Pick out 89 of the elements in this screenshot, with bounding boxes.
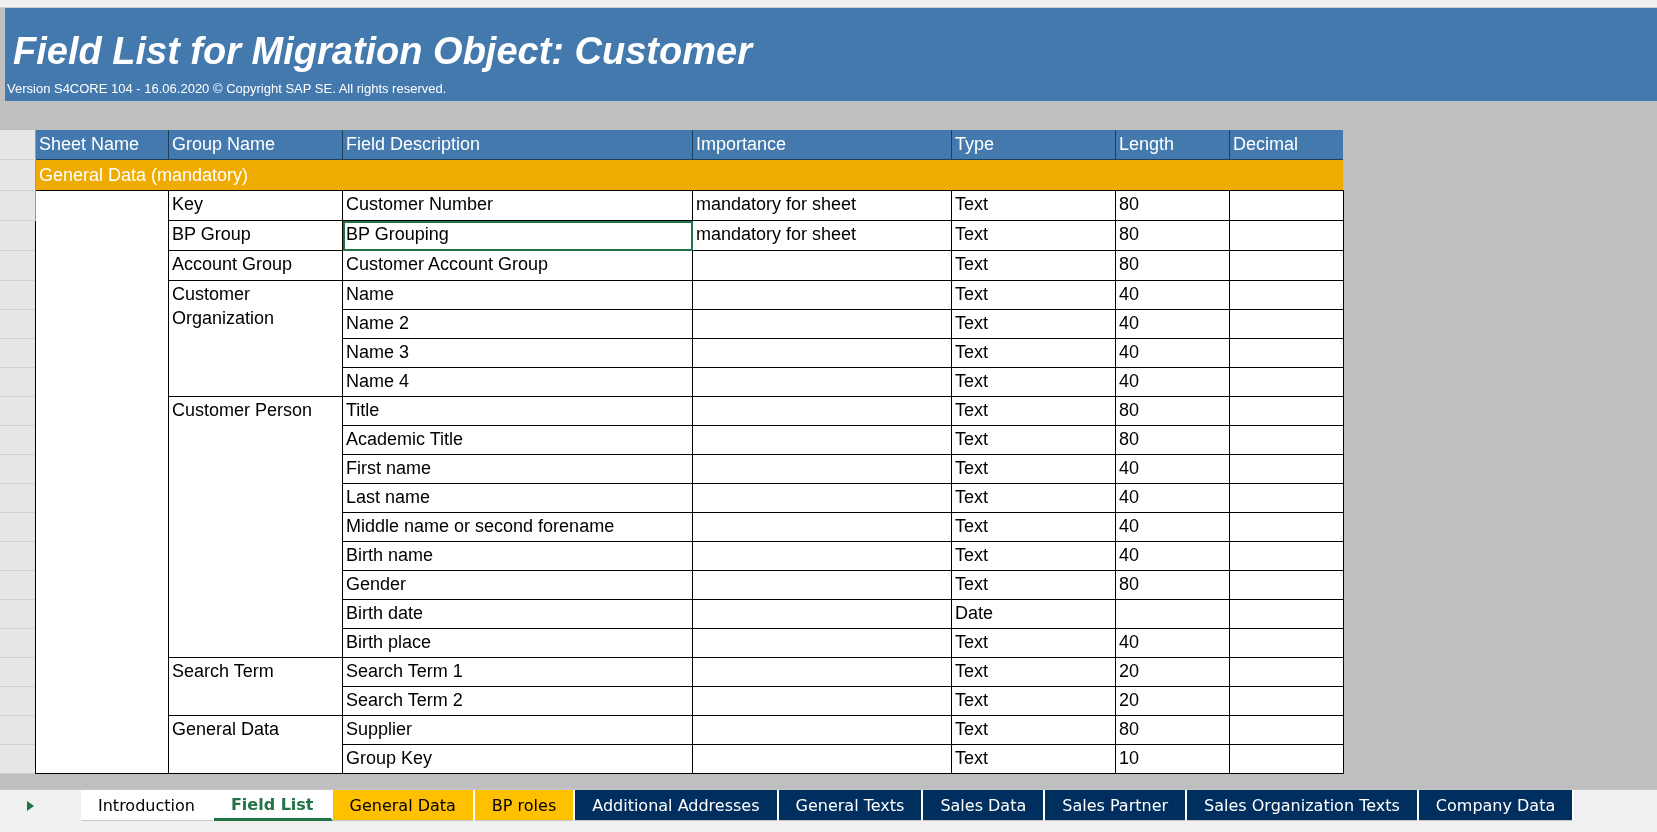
table-cell: Text xyxy=(951,686,1116,716)
table-cell: Name xyxy=(342,280,693,310)
table-cell: 80 xyxy=(1115,190,1230,221)
sheet-tab[interactable]: General Texts xyxy=(778,790,924,821)
sheet-tab[interactable]: Additional Addresses xyxy=(575,790,779,821)
table-cell: Text xyxy=(951,512,1116,542)
table-cell: 80 xyxy=(1115,425,1230,455)
page-title: Field List for Migration Object: Customer xyxy=(13,29,755,73)
table-cell: 20 xyxy=(1115,657,1230,687)
table-cell: General Data xyxy=(168,715,343,774)
table-cell: 80 xyxy=(1115,250,1230,281)
table-cell: 40 xyxy=(1115,454,1230,484)
table-cell: Customer Number xyxy=(342,190,693,221)
table-cell: Text xyxy=(951,425,1116,455)
table-cell: Text xyxy=(951,657,1116,687)
table-cell: Title xyxy=(342,396,693,426)
table-cell: Text xyxy=(951,367,1116,397)
table-cell: Text xyxy=(951,715,1116,745)
table-cell: 40 xyxy=(1115,512,1230,542)
column-header: Field Description xyxy=(342,130,693,160)
table-cell: BP Group xyxy=(168,220,343,251)
table-cell: mandatory for sheet xyxy=(692,190,952,221)
column-header: Sheet Name xyxy=(35,130,169,160)
table-cell: 40 xyxy=(1115,309,1230,339)
table-cell: Birth date xyxy=(342,599,693,629)
table-cell: Name 4 xyxy=(342,367,693,397)
table-cell: 40 xyxy=(1115,628,1230,658)
table-cell: Account Group xyxy=(168,250,343,281)
table-cell: Text xyxy=(951,744,1116,774)
table-cell: 40 xyxy=(1115,367,1230,397)
table-cell: Customer Organization xyxy=(168,280,343,397)
table-cell: Search Term xyxy=(168,657,343,716)
table-cell: 10 xyxy=(1115,744,1230,774)
table-cell: Customer Account Group xyxy=(342,250,693,281)
table-cell: Gender xyxy=(342,570,693,600)
table-cell: Academic Title xyxy=(342,425,693,455)
table-cell: Birth place xyxy=(342,628,693,658)
table-cell: Date xyxy=(951,599,1116,629)
table-cell: BP Grouping xyxy=(342,220,693,251)
column-header: Importance xyxy=(692,130,952,160)
sheet-tab[interactable]: Field List xyxy=(213,790,333,821)
table-cell: Name 2 xyxy=(342,309,693,339)
table-cell: Text xyxy=(951,454,1116,484)
sheet-tab[interactable]: Company Data xyxy=(1418,790,1575,821)
table-cell: 40 xyxy=(1115,541,1230,571)
table-cell: mandatory for sheet xyxy=(692,220,952,251)
table-cell: Search Term 2 xyxy=(342,686,693,716)
table-cell: Text xyxy=(951,541,1116,571)
table-cell: Text xyxy=(951,338,1116,368)
table-cell: Last name xyxy=(342,483,693,513)
table-cell: Middle name or second forename xyxy=(342,512,693,542)
table-cell: First name xyxy=(342,454,693,484)
table-cell: Text xyxy=(951,396,1116,426)
table-cell: Text xyxy=(951,570,1116,600)
table-cell: Text xyxy=(951,190,1116,221)
column-header: Length xyxy=(1115,130,1230,160)
table-cell: 40 xyxy=(1115,483,1230,513)
table-cell: 80 xyxy=(1115,220,1230,251)
column-header: Type xyxy=(951,130,1116,160)
table-cell: 80 xyxy=(1115,715,1230,745)
sheet-tab[interactable]: Sales Partner xyxy=(1045,790,1188,821)
table-cell: 40 xyxy=(1115,338,1230,368)
table-cell: Customer Person xyxy=(168,396,343,658)
table-cell: Text xyxy=(951,483,1116,513)
table-cell: Text xyxy=(951,309,1116,339)
table-cell: 80 xyxy=(1115,570,1230,600)
table-cell: Group Key xyxy=(342,744,693,774)
table-cell: Search Term 1 xyxy=(342,657,693,687)
table-cell: Key xyxy=(168,190,343,221)
sheet-tab[interactable]: Sales Organization Texts xyxy=(1187,790,1419,821)
sheet-tab[interactable]: Introduction xyxy=(81,790,214,821)
sheet-tab[interactable]: Sales Data xyxy=(923,790,1046,821)
sheet-tab[interactable]: BP roles xyxy=(474,790,576,821)
table-cell: 80 xyxy=(1115,396,1230,426)
table-cell: Name 3 xyxy=(342,338,693,368)
sheet-tab[interactable]: General Data xyxy=(332,790,475,821)
table-cell: Text xyxy=(951,628,1116,658)
table-cell: Text xyxy=(951,220,1116,251)
table-cell: 20 xyxy=(1115,686,1230,716)
section-header: General Data (mandatory) xyxy=(35,159,1343,191)
column-header: Group Name xyxy=(168,130,343,160)
copyright-text: Version S4CORE 104 - 16.06.2020 © Copyright SAP SE. All rights reserved. xyxy=(7,81,448,97)
table-cell: 40 xyxy=(1115,280,1230,310)
scroll-right-icon[interactable] xyxy=(27,801,34,811)
table-cell: Supplier xyxy=(342,715,693,745)
table-cell: Text xyxy=(951,280,1116,310)
column-header: Decimal xyxy=(1229,130,1343,160)
table-cell: Birth name xyxy=(342,541,693,571)
table-cell: Text xyxy=(951,250,1116,281)
